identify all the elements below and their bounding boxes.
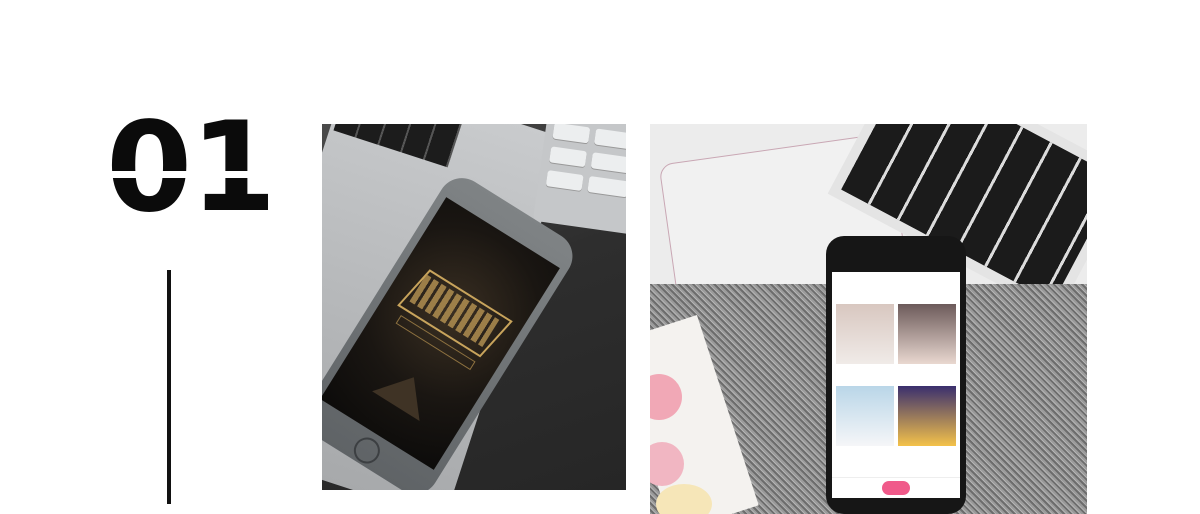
section-number: 01 xyxy=(106,106,275,230)
keyboard-illustration xyxy=(333,124,467,168)
vertical-divider xyxy=(167,270,171,504)
section-number-cut xyxy=(100,171,250,178)
keyboard-keys-illustration xyxy=(532,124,626,235)
photo-phone-live-app xyxy=(650,124,1087,514)
smartphone-illustration xyxy=(826,236,966,514)
phone-screen xyxy=(832,272,960,498)
photo-phone-dark-app xyxy=(322,124,626,490)
